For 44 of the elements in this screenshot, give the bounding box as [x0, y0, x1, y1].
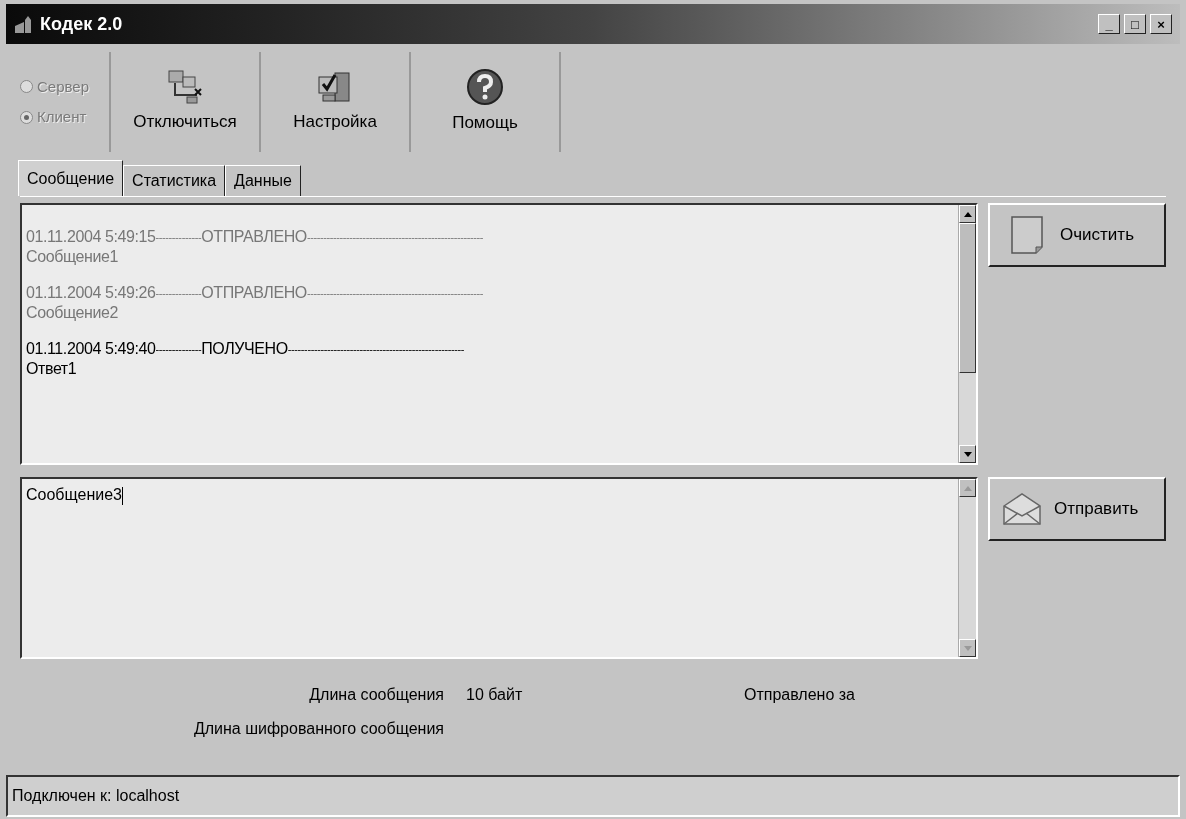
scrollbar[interactable] — [958, 205, 976, 463]
down-arrow-icon — [963, 451, 972, 457]
sent-time-label: Отправлено за — [744, 686, 855, 703]
separator-dashes: ------------------------------------------------------ — [306, 287, 484, 301]
window-title: Кодек 2.0 — [40, 12, 123, 36]
message-input[interactable]: Сообщение3 — [20, 477, 978, 659]
scrollbar[interactable] — [958, 479, 976, 657]
tab[interactable]: Статистика — [123, 165, 226, 196]
message-status: ОТПРАВЛЕНО — [201, 283, 307, 303]
message-time: 01.11.2004 5:49:15 — [26, 227, 156, 247]
separator-dashes: -------------- — [155, 231, 202, 245]
send-button[interactable]: Отправить — [988, 477, 1166, 541]
message-status: ПОЛУЧЕНО — [201, 339, 288, 359]
message-status: ОТПРАВЛЕНО — [201, 227, 307, 247]
encrypted-length-label: Длина шифрованного сообщения — [193, 719, 444, 739]
separator-dashes: -------------- — [155, 287, 202, 301]
length-label: Длина сообщения — [309, 685, 444, 705]
help-icon — [466, 68, 504, 107]
envelope-icon — [1002, 492, 1042, 526]
toolbar-button[interactable]: Настройка — [261, 52, 411, 152]
input-text: Сообщение3 — [26, 486, 122, 503]
up-arrow-icon — [963, 211, 972, 217]
page-icon — [1010, 215, 1044, 255]
message-text: Ответ1 — [26, 359, 77, 379]
message-text: Сообщение2 — [26, 303, 118, 323]
tab[interactable]: Сообщение — [18, 160, 124, 196]
separator-dashes: ------------------------------------------------------ — [287, 343, 464, 357]
close-button[interactable]: × — [1150, 14, 1172, 34]
toolbar-button[interactable]: Помощь — [411, 52, 561, 152]
maximize-button[interactable]: □ — [1124, 14, 1146, 34]
up-arrow-icon — [963, 485, 972, 491]
down-arrow-icon — [963, 645, 972, 651]
length-value: 10 байт — [466, 686, 523, 703]
toolbar-button[interactable]: Отключиться — [111, 52, 261, 152]
clear-button[interactable]: Очистить — [988, 203, 1166, 267]
message-text: Сообщение1 — [26, 247, 118, 267]
tab[interactable]: Данные — [225, 165, 301, 196]
message-time: 01.11.2004 5:49:40 — [26, 339, 156, 359]
minimize-button[interactable]: _ — [1098, 14, 1120, 34]
separator-dashes: -------------- — [155, 343, 202, 357]
status-text: Подключен к: localhost — [12, 786, 180, 806]
separator-dashes: ------------------------------------------------------ — [306, 231, 484, 245]
message-time: 01.11.2004 5:49:26 — [26, 283, 156, 303]
network-disconnect-icon — [165, 69, 205, 106]
